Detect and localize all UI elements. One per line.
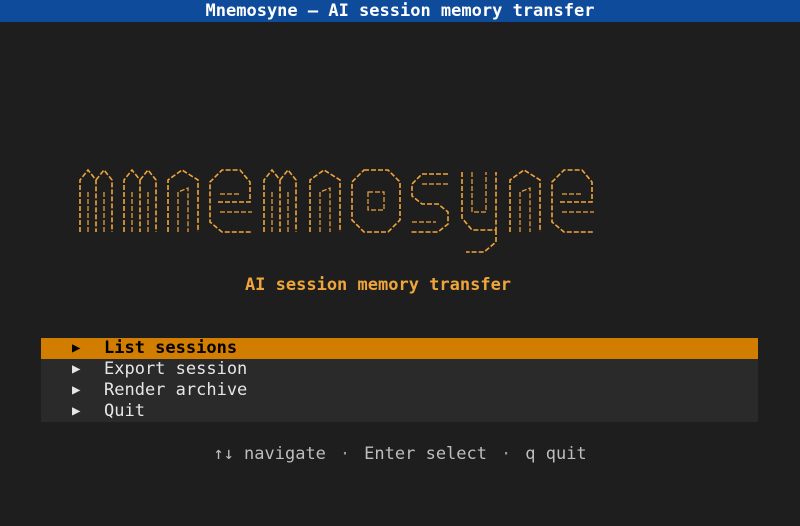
menu-item-quit[interactable]: ▶ Quit — [41, 401, 758, 422]
ascii-logo — [70, 152, 710, 262]
menu-item-list-sessions[interactable]: ▶ List sessions — [41, 338, 758, 359]
app-subtitle: AI session memory transfer — [244, 275, 512, 295]
hint-quit: q quit — [525, 444, 587, 464]
menu-item-label: Render archive — [104, 380, 248, 400]
hint-separator: · — [339, 444, 351, 464]
logo-letter-n — [167, 169, 199, 232]
menu-item-label: Export session — [104, 359, 248, 379]
logo-letter-e — [551, 169, 594, 233]
logo-letter-e — [209, 169, 252, 233]
arrow-icon: ▶ — [72, 382, 81, 398]
logo-letter-m — [79, 168, 113, 232]
menu-item-label: List sessions — [104, 338, 238, 358]
logo-letter-m — [263, 168, 297, 232]
logo-wordmark-graphic — [79, 168, 594, 253]
logo-letter-n — [309, 169, 341, 232]
logo-letter-n — [509, 169, 541, 232]
selection-arrow-icon: ▶ — [72, 340, 81, 356]
logo-letter-s — [410, 173, 449, 233]
hint-navigate: ↑↓ navigate — [213, 444, 326, 464]
keyboard-hints: ↑↓ navigate · Enter select · q quit — [0, 443, 800, 465]
menu-item-label: Quit — [104, 401, 145, 421]
logo-letter-m — [123, 168, 157, 232]
logo-letter-o — [351, 169, 401, 233]
menu-item-export-session[interactable]: ▶ Export session — [41, 359, 758, 380]
arrow-icon: ▶ — [72, 403, 81, 419]
main-menu: ▶ List sessions ▶ Export session ▶ Rende… — [41, 338, 758, 422]
hint-select: Enter select — [364, 444, 487, 464]
hint-separator: · — [501, 444, 512, 464]
arrow-icon: ▶ — [72, 361, 81, 377]
menu-item-render-archive[interactable]: ▶ Render archive — [41, 380, 758, 401]
window-title: Mnemosyne — AI session memory transfer — [0, 0, 800, 22]
